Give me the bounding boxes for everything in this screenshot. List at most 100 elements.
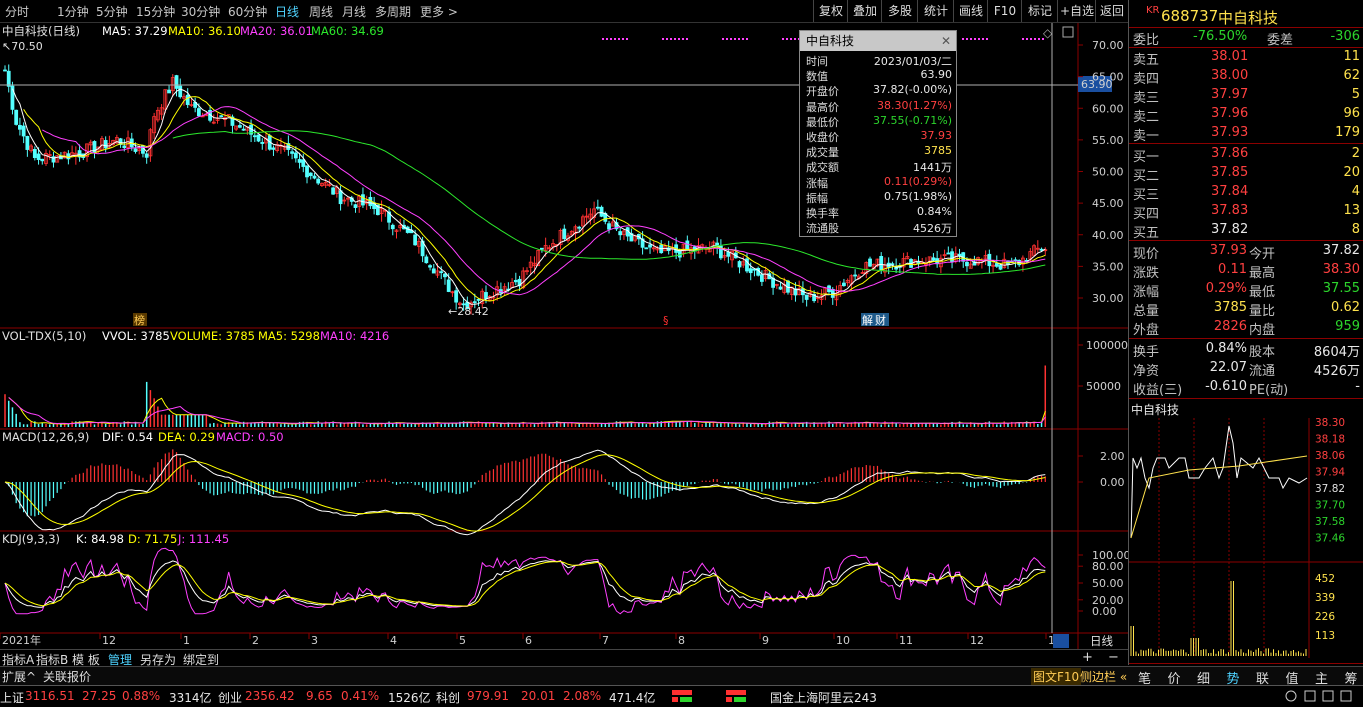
signal-dot bbox=[746, 38, 748, 40]
draw-line-button[interactable]: 画线 bbox=[953, 0, 988, 22]
stock-title: KR 688737 中自科技 bbox=[1129, 4, 1363, 27]
expand-tab[interactable]: 扩展^ bbox=[2, 668, 36, 685]
period-label[interactable]: 日线 bbox=[1090, 634, 1113, 648]
fuquan-button[interactable]: 复权 bbox=[813, 0, 848, 22]
tooltip-key: 成交量 bbox=[806, 146, 839, 160]
overlay-button[interactable]: 叠加 bbox=[847, 0, 882, 22]
sh-index-name[interactable]: 上证 bbox=[0, 689, 24, 706]
diamond-icon[interactable]: ◇ bbox=[1043, 26, 1053, 40]
event-tag-cai: 财 bbox=[875, 313, 886, 327]
candle-body bbox=[760, 274, 764, 282]
candle-body bbox=[178, 85, 183, 98]
bid-row[interactable]: 买一 37.86 2 bbox=[1129, 145, 1363, 165]
tab-multi-period[interactable]: 多周期 bbox=[375, 3, 411, 20]
candle-body bbox=[290, 151, 295, 154]
candle-body bbox=[998, 264, 1003, 270]
server-name[interactable]: 国金上海阿里云243 bbox=[770, 689, 877, 706]
candle-body bbox=[577, 226, 582, 229]
candle-body bbox=[312, 175, 317, 179]
sidebar-tab[interactable]: 侧边栏 « bbox=[1080, 668, 1127, 685]
stats-button[interactable]: 统计 bbox=[917, 0, 954, 22]
ask-row[interactable]: 卖四 38.00 62 bbox=[1129, 67, 1363, 87]
stat-value: 0.11 bbox=[1218, 262, 1247, 277]
bid-row[interactable]: 买五 37.82 8 bbox=[1129, 221, 1363, 241]
bid-row[interactable]: 买二 37.85 20 bbox=[1129, 164, 1363, 184]
ask-row[interactable]: 卖一 37.93 179 bbox=[1129, 124, 1363, 144]
candle-body bbox=[316, 178, 321, 184]
candle-body bbox=[431, 268, 436, 274]
tab-more[interactable]: 更多 > bbox=[420, 3, 458, 20]
kdj-chart bbox=[4, 547, 1046, 615]
ask-price: 38.00 bbox=[1211, 68, 1249, 83]
close-icon[interactable]: ✕ bbox=[941, 31, 951, 51]
tooltip-key: 开盘价 bbox=[806, 85, 839, 99]
tab-daily[interactable]: 日线 bbox=[275, 3, 299, 20]
ask-row[interactable]: 卖五 38.01 11 bbox=[1129, 48, 1363, 68]
candle-body bbox=[167, 89, 171, 94]
ask-row[interactable]: 卖三 37.97 5 bbox=[1129, 86, 1363, 106]
tab-1min[interactable]: 1分钟 bbox=[57, 3, 89, 20]
bid-volume: 20 bbox=[1343, 165, 1360, 180]
tab-30min[interactable]: 30分钟 bbox=[181, 3, 220, 20]
tab-60min[interactable]: 60分钟 bbox=[228, 3, 267, 20]
kc-index-name[interactable]: 科创 bbox=[436, 689, 460, 706]
candle-body bbox=[36, 153, 41, 160]
tooltip-row: 开盘价 37.82(-0.00%) bbox=[800, 83, 956, 98]
signal-dot bbox=[666, 38, 668, 40]
back-button[interactable]: 返回 bbox=[1095, 0, 1128, 22]
tab-weekly[interactable]: 周线 bbox=[309, 3, 333, 20]
bid-row[interactable]: 买三 37.84 4 bbox=[1129, 183, 1363, 203]
add-favorite-button[interactable]: +自选 bbox=[1057, 0, 1096, 22]
data-tooltip: 中自科技 ✕ 时间 2023/01/03/二 数值 63.90 开盘价 37.82(-0.0… bbox=[799, 30, 957, 237]
mark-button[interactable]: 标记 bbox=[1021, 0, 1058, 22]
signal-dot bbox=[986, 38, 988, 40]
panel-toggle-icon[interactable] bbox=[1062, 26, 1074, 38]
tooltip-key: 最低价 bbox=[806, 115, 839, 129]
month-label: 4 bbox=[390, 634, 397, 647]
tab-monthly[interactable]: 月线 bbox=[342, 3, 366, 20]
month-label: 12 bbox=[970, 634, 984, 647]
candle-body bbox=[1039, 248, 1044, 251]
candle-body bbox=[174, 75, 179, 89]
stat-label: 最低 bbox=[1249, 285, 1276, 300]
extension-bar: 扩展^ 关联报价 图文F10 侧边栏 « 笔价细势联值主筹 bbox=[0, 666, 1363, 687]
candle-body bbox=[301, 159, 306, 167]
mini-price-tick: 37.70 bbox=[1315, 500, 1345, 512]
tab-15min[interactable]: 15分钟 bbox=[136, 3, 175, 20]
indicator-bar: 指标A 指标B 模 板 管理 另存为 绑定到 bbox=[0, 649, 1128, 667]
tab-5min[interactable]: 5分钟 bbox=[96, 3, 128, 20]
tooltip-key: 时间 bbox=[806, 55, 828, 68]
status-icons bbox=[1283, 688, 1361, 707]
event-tag-dollar[interactable]: § bbox=[663, 314, 669, 327]
candle-body bbox=[853, 274, 858, 277]
f10-text-tab[interactable]: 图文F10 bbox=[1031, 668, 1082, 685]
sh-index-change: 27.25 bbox=[82, 689, 117, 703]
price-tick-label: 45.00 bbox=[1092, 197, 1124, 210]
candle-body bbox=[40, 158, 45, 162]
signal-dot bbox=[790, 38, 792, 40]
signal-dot bbox=[670, 38, 672, 40]
cy-index-amount: 1526亿 bbox=[388, 691, 431, 705]
signal-dot bbox=[626, 38, 628, 40]
tooltip-row: 最低价 37.55(-0.71%) bbox=[800, 114, 956, 129]
bid-row[interactable]: 买四 37.83 13 bbox=[1129, 202, 1363, 222]
ask-row[interactable]: 卖二 37.96 96 bbox=[1129, 105, 1363, 125]
chart-area[interactable]: 63.90 中自科技(日线) MA5: 37.29 MA10: 36.10 MA… bbox=[0, 23, 1128, 649]
signal-dot bbox=[610, 38, 612, 40]
stat-value: 37.55 bbox=[1322, 281, 1360, 296]
mini-price-tick: 38.18 bbox=[1315, 434, 1345, 446]
intraday-mini-chart[interactable]: 38.30 38.18 38.06 37.94 37.82 37.70 37.58 37.46… bbox=[1129, 418, 1363, 658]
related-quote-tab[interactable]: 关联报价 bbox=[43, 668, 91, 685]
cy-index-name[interactable]: 创业 bbox=[218, 689, 242, 706]
kdj-d: D: 71.75 bbox=[128, 532, 177, 546]
tooltip-row: 最高价 38.30(1.27%) bbox=[800, 99, 956, 114]
signal-dot bbox=[674, 38, 676, 40]
tab-fenshi[interactable]: 分时 bbox=[5, 3, 29, 20]
candle-body bbox=[25, 136, 30, 150]
multi-stock-button[interactable]: 多股 bbox=[881, 0, 918, 22]
macd-tick-label: 0.00 bbox=[1100, 476, 1125, 489]
candle-body bbox=[443, 273, 447, 278]
f10-button[interactable]: F10 bbox=[987, 0, 1022, 22]
mini-avg-line bbox=[1130, 455, 1308, 539]
k-line bbox=[4, 560, 1046, 608]
